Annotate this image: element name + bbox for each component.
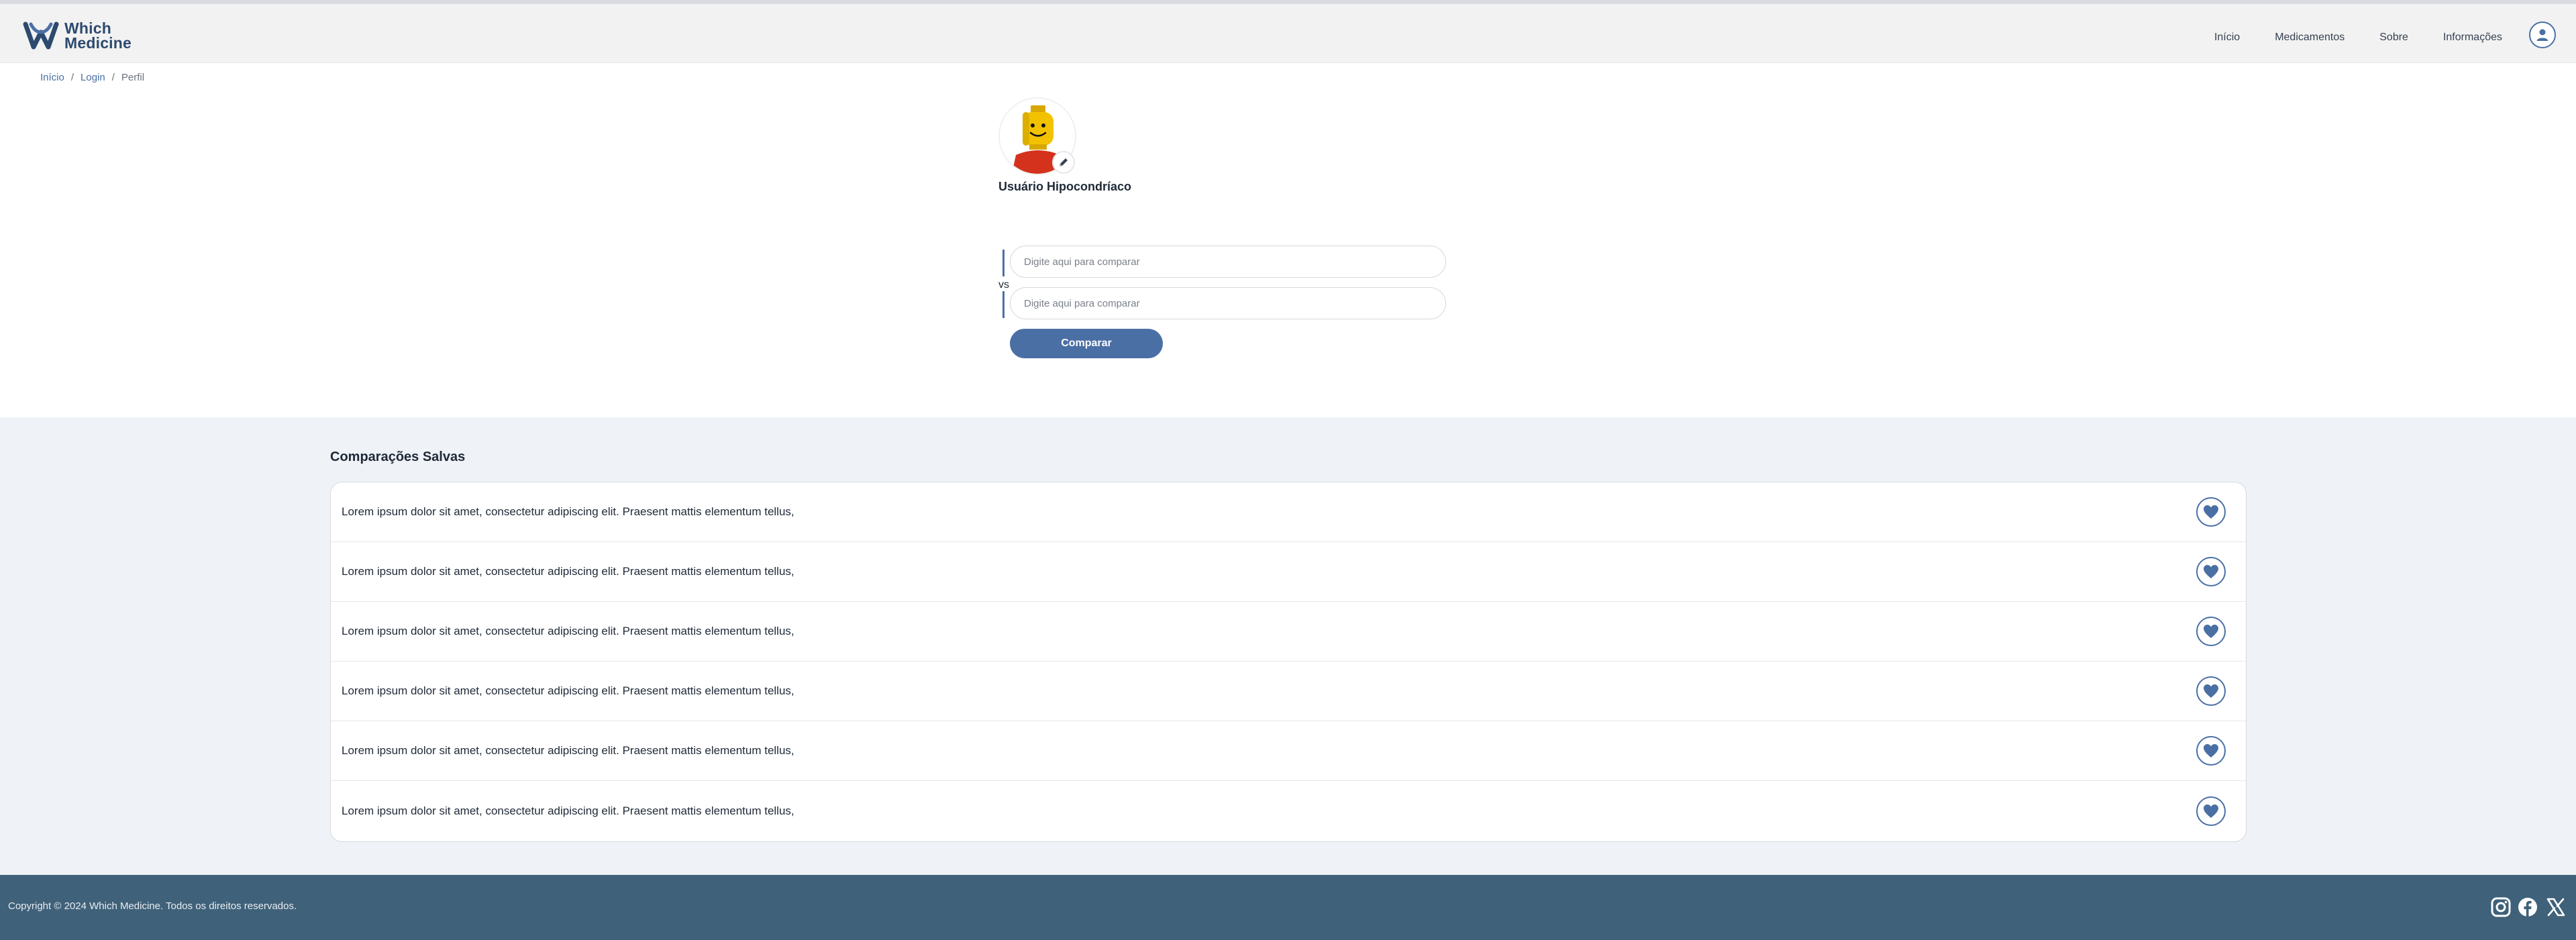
- user-account-button[interactable]: [2529, 21, 2556, 48]
- x-twitter-icon: [2546, 898, 2565, 917]
- site-footer: Copyright © 2024 Which Medicine. Todos o…: [0, 875, 2576, 940]
- heart-icon: [2204, 625, 2218, 638]
- breadcrumb-current: Perfil: [121, 72, 145, 83]
- facebook-link[interactable]: [2516, 895, 2540, 919]
- nav-item-sobre[interactable]: Sobre: [2379, 32, 2408, 44]
- favorite-button[interactable]: [2196, 736, 2226, 766]
- brand-name: Which Medicine: [64, 19, 132, 52]
- list-item-text: Lorem ipsum dolor sit amet, consectetur …: [342, 505, 794, 518]
- instagram-link[interactable]: [2489, 895, 2513, 919]
- breadcrumb-home[interactable]: Início: [40, 72, 64, 83]
- breadcrumb-separator: /: [70, 72, 74, 83]
- heart-icon: [2204, 804, 2218, 818]
- site-header: Which Medicine Início Medicamentos Sobre…: [0, 4, 2576, 63]
- list-item-text: Lorem ipsum dolor sit amet, consectetur …: [342, 744, 794, 757]
- favorite-button[interactable]: [2196, 497, 2226, 527]
- list-item[interactable]: Lorem ipsum dolor sit amet, consectetur …: [331, 721, 2246, 781]
- brand-name-line1: Which: [64, 19, 111, 37]
- list-item[interactable]: Lorem ipsum dolor sit amet, consectetur …: [331, 602, 2246, 662]
- profile-username: Usuário Hipocondríaco: [998, 180, 1132, 193]
- compare-input-second[interactable]: [1010, 287, 1446, 319]
- heart-icon: [2204, 565, 2218, 578]
- facebook-icon: [2518, 898, 2537, 917]
- list-item-text: Lorem ipsum dolor sit amet, consectetur …: [342, 804, 794, 817]
- input-accent-bar: [1002, 291, 1004, 318]
- list-item-text: Lorem ipsum dolor sit amet, consectetur …: [342, 565, 794, 578]
- edit-avatar-button[interactable]: [1052, 151, 1075, 174]
- instagram-icon: [2491, 897, 2511, 917]
- main-nav: Início Medicamentos Sobre Informações: [2179, 8, 2502, 67]
- list-item[interactable]: Lorem ipsum dolor sit amet, consectetur …: [331, 781, 2246, 841]
- list-item-text: Lorem ipsum dolor sit amet, consectetur …: [342, 625, 794, 637]
- copyright-text: Copyright © 2024 Which Medicine. Todos o…: [8, 900, 297, 912]
- user-circle-icon: [2536, 29, 2548, 41]
- brand-name-line2: Medicine: [64, 34, 132, 52]
- favorite-button[interactable]: [2196, 617, 2226, 646]
- favorite-button[interactable]: [2196, 557, 2226, 586]
- nav-item-inicio[interactable]: Início: [2214, 32, 2240, 44]
- compare-input-first[interactable]: [1010, 246, 1446, 278]
- compare-button[interactable]: Comparar: [1010, 329, 1163, 358]
- saved-comparisons-title: Comparações Salvas: [330, 450, 466, 464]
- profile-avatar[interactable]: [998, 97, 1076, 175]
- list-item[interactable]: Lorem ipsum dolor sit amet, consectetur …: [331, 542, 2246, 602]
- favorite-button[interactable]: [2196, 676, 2226, 706]
- vs-label: vs: [998, 279, 1009, 291]
- list-item-text: Lorem ipsum dolor sit amet, consectetur …: [342, 684, 794, 697]
- favorite-button[interactable]: [2196, 796, 2226, 826]
- heart-icon: [2204, 505, 2218, 519]
- input-accent-bar: [1002, 250, 1004, 276]
- pencil-icon: [1060, 158, 1068, 166]
- logo-mark-icon: [23, 21, 59, 50]
- nav-item-informacoes[interactable]: Informações: [2443, 32, 2502, 44]
- heart-icon: [2204, 684, 2218, 698]
- list-item[interactable]: Lorem ipsum dolor sit amet, consectetur …: [331, 482, 2246, 542]
- brand-logo[interactable]: Which Medicine: [23, 19, 132, 52]
- breadcrumb: Início / Login / Perfil: [40, 72, 144, 83]
- nav-item-medicamentos[interactable]: Medicamentos: [2275, 32, 2345, 44]
- list-item[interactable]: Lorem ipsum dolor sit amet, consectetur …: [331, 662, 2246, 721]
- x-twitter-link[interactable]: [2544, 895, 2568, 919]
- breadcrumb-login[interactable]: Login: [81, 72, 105, 83]
- breadcrumb-separator: /: [111, 72, 115, 83]
- heart-icon: [2204, 744, 2218, 758]
- saved-comparisons-list: Lorem ipsum dolor sit amet, consectetur …: [330, 482, 2247, 842]
